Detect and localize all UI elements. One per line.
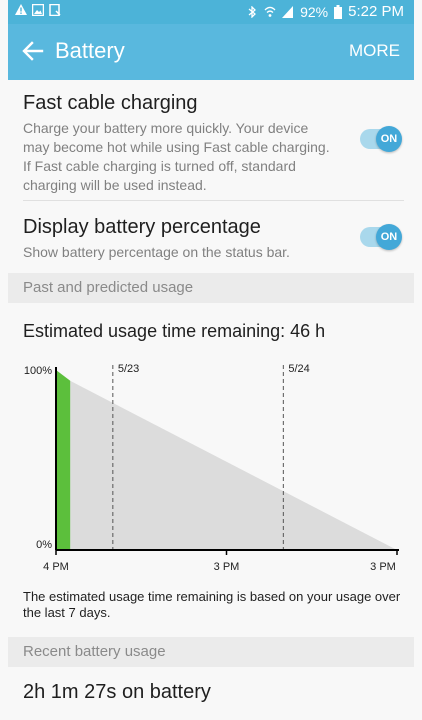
section-header-usage: Past and predicted usage	[8, 273, 414, 303]
y-tick-label: 0%	[36, 539, 52, 551]
fast-charging-toggle-knob: ON	[376, 126, 402, 152]
usage-chart: 5/23 5/24 100% 0% 4 PM 3 PM 3 PM	[8, 355, 414, 580]
battery-percentage-description: Show battery percentage on the status ba…	[23, 244, 290, 260]
status-right-icons: 92% 5:22 PM	[246, 3, 404, 20]
wifi-icon	[264, 6, 276, 17]
more-button[interactable]: MORE	[349, 41, 400, 61]
recent-battery-usage[interactable]: 2h 1m 27s on battery	[23, 681, 211, 704]
battery-percent: 92%	[300, 3, 329, 20]
clock: 5:22 PM	[348, 3, 404, 20]
battery-icon	[334, 4, 343, 19]
x-tick-label: 3 PM	[370, 561, 396, 573]
back-arrow-icon[interactable]	[22, 38, 44, 64]
fast-charging-description: Charge your battery more quickly. Your d…	[23, 120, 330, 193]
x-tick-label: 4 PM	[43, 561, 69, 573]
settings-content: Fast cable charging Charge your battery …	[8, 80, 414, 720]
x-tick-label: 3 PM	[214, 561, 240, 573]
predicted-usage-area	[70, 380, 398, 550]
date-marker-label: 5/23	[118, 363, 139, 375]
fast-charging-toggle[interactable]: ON	[360, 126, 402, 152]
section-header-usage-label: Past and predicted usage	[23, 279, 194, 296]
y-tick-label: 100%	[24, 365, 52, 377]
status-left-icons	[15, 4, 61, 16]
setting-fast-cable-charging[interactable]: Fast cable charging Charge your battery …	[8, 80, 414, 198]
battery-percentage-toggle[interactable]: ON	[360, 224, 402, 250]
battery-percentage-title: Display battery percentage	[23, 216, 261, 238]
screenshot-icon	[49, 4, 61, 16]
warning-icon	[15, 4, 27, 15]
past-usage-area	[56, 370, 71, 550]
gallery-icon	[32, 4, 44, 16]
usage-chart-svg: 5/23 5/24 100% 0% 4 PM 3 PM 3 PM	[24, 363, 399, 573]
date-marker-label: 5/24	[288, 363, 309, 375]
section-header-recent-label: Recent battery usage	[23, 643, 166, 660]
fast-charging-title: Fast cable charging	[23, 92, 198, 114]
app-bar: Battery MORE	[8, 24, 414, 80]
status-bar: 92% 5:22 PM	[8, 0, 414, 24]
battery-percentage-toggle-knob: ON	[376, 224, 402, 250]
signal-icon	[282, 5, 294, 18]
estimated-usage-time: Estimated usage time remaining: 46 h	[23, 321, 326, 341]
setting-display-battery-percentage[interactable]: Display battery percentage Show battery …	[8, 201, 414, 273]
page-title: Battery	[55, 38, 125, 63]
usage-note: The estimated usage time remaining is ba…	[23, 589, 401, 620]
section-header-recent: Recent battery usage	[8, 637, 414, 667]
bluetooth-icon	[248, 5, 257, 18]
